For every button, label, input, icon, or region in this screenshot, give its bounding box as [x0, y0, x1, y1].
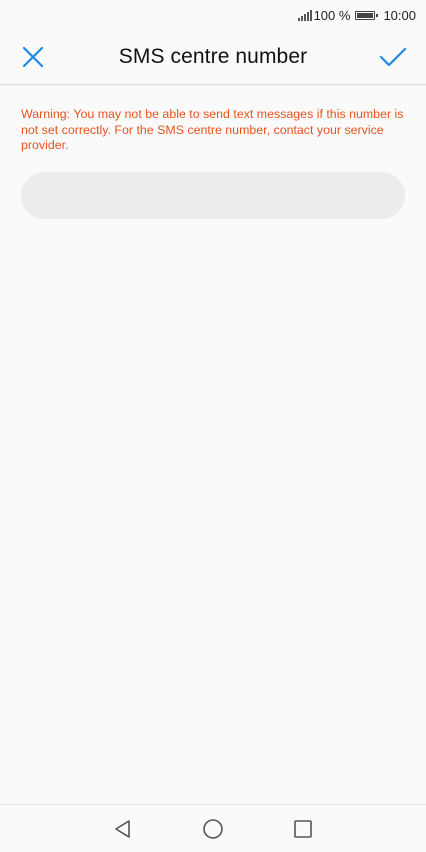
status-bar: 100 % 10:00 [0, 0, 426, 30]
signal-icon [297, 9, 312, 21]
confirm-button[interactable] [360, 30, 426, 84]
navigation-bar [0, 804, 426, 852]
battery-percent: 100 % [313, 7, 351, 23]
back-button[interactable] [93, 805, 153, 852]
close-icon [22, 46, 44, 68]
check-icon [379, 47, 407, 67]
sms-centre-number-input[interactable] [21, 172, 405, 219]
recents-button[interactable] [273, 805, 333, 852]
close-button[interactable] [0, 30, 66, 84]
back-triangle-icon [115, 819, 130, 838]
warning-text: Warning: You may not be able to send tex… [21, 107, 404, 152]
home-button[interactable] [183, 805, 243, 852]
sms-centre-screen: 100 % 10:00 SMS centre number Warning: Y… [0, 0, 426, 852]
battery-icon [355, 10, 379, 20]
recents-square-icon [294, 819, 312, 838]
clock: 10:00 [383, 7, 416, 23]
page-title: SMS centre number [118, 45, 308, 68]
toolbar: SMS centre number [0, 30, 426, 85]
home-circle-icon [203, 818, 223, 839]
